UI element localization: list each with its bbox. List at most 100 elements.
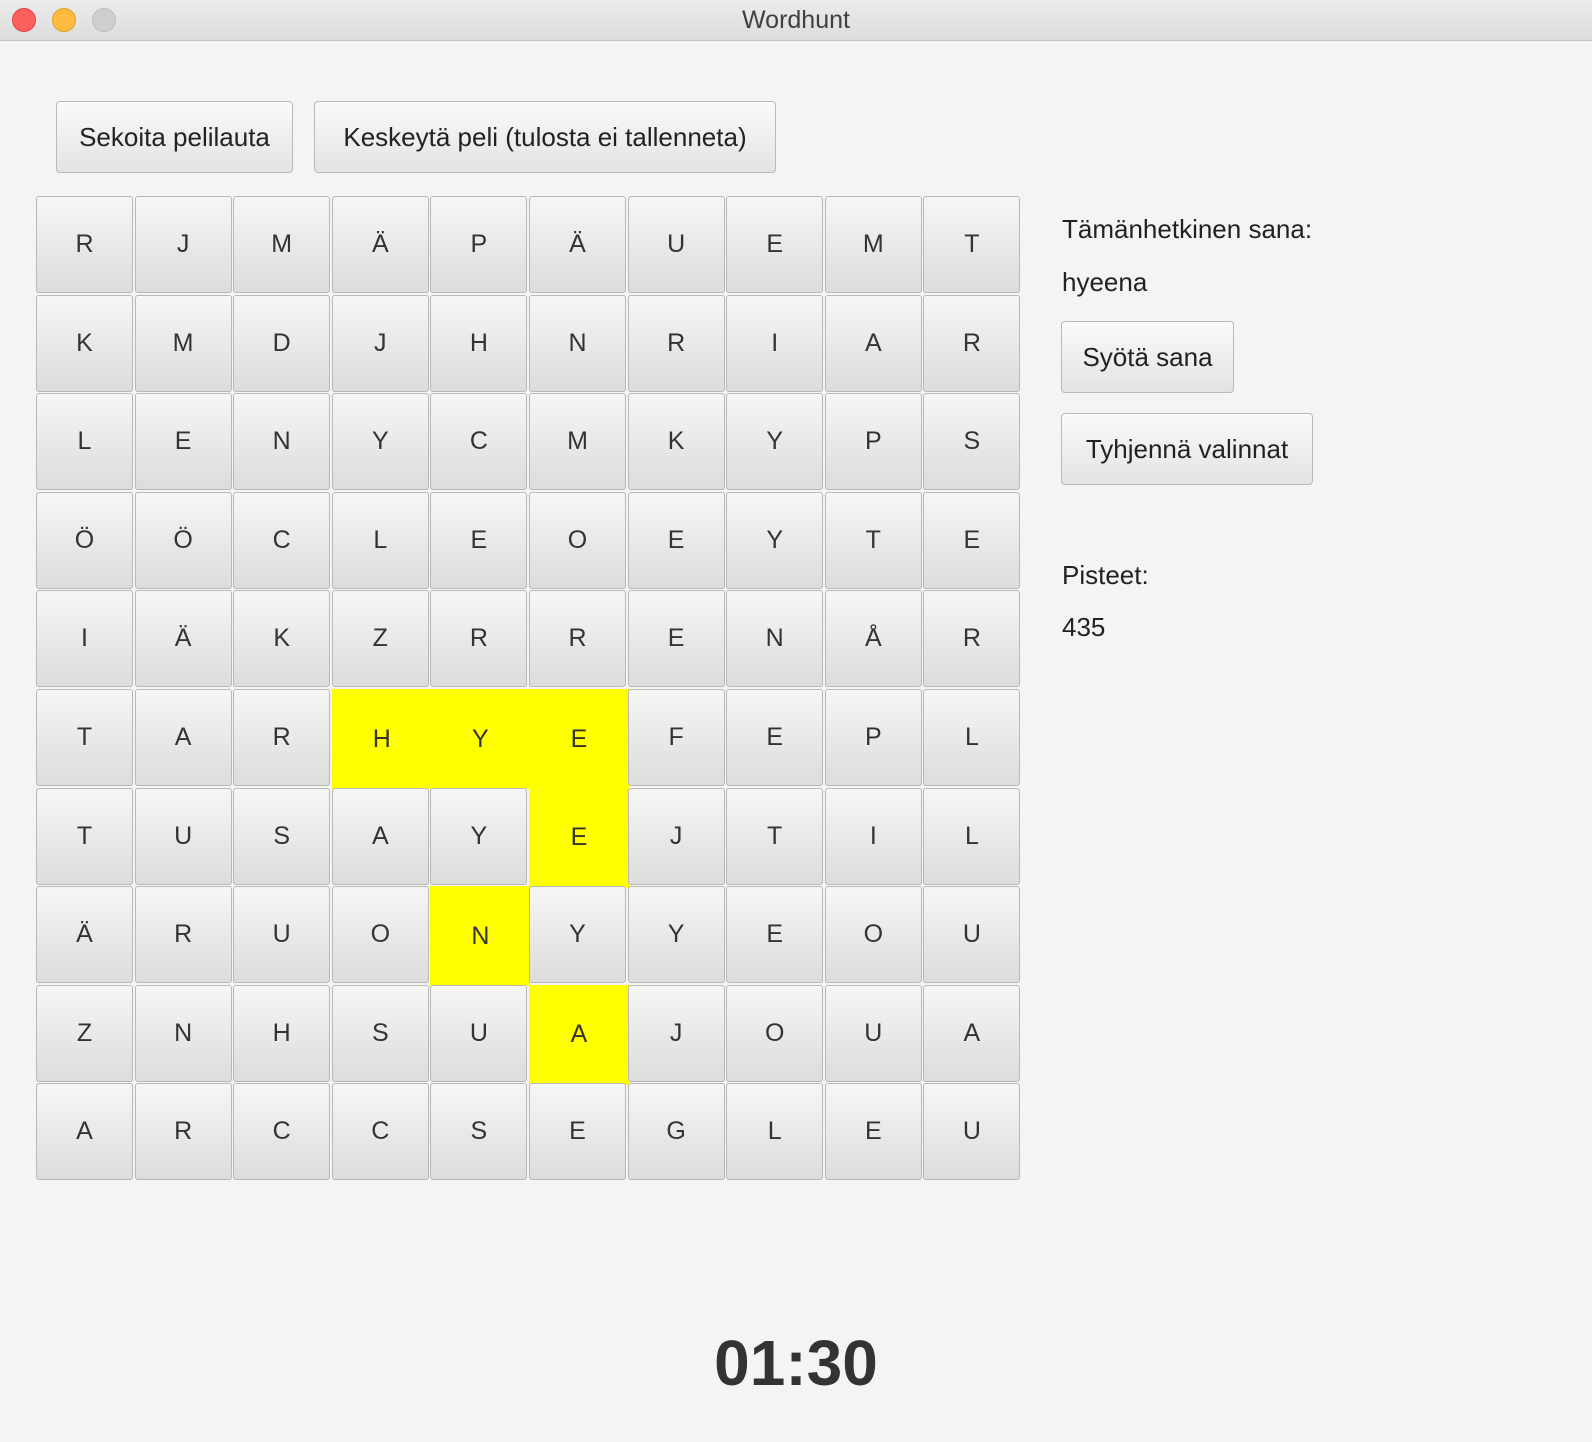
board-cell[interactable]: L <box>331 491 429 589</box>
board-cell[interactable]: R <box>923 590 1021 688</box>
board-cell[interactable]: O <box>331 886 429 984</box>
board-cell[interactable]: C <box>233 491 331 589</box>
board-cell[interactable]: R <box>134 886 232 984</box>
board-cell[interactable]: E <box>134 393 232 491</box>
board-cell[interactable]: U <box>627 196 725 293</box>
board-cell[interactable]: L <box>36 393 133 491</box>
board-cell[interactable]: O <box>529 491 626 589</box>
board-cell[interactable]: Ä <box>331 196 429 293</box>
board-cell[interactable]: E <box>430 491 528 589</box>
board-cell[interactable]: K <box>233 590 331 688</box>
board-cell[interactable]: Å <box>824 590 922 688</box>
board-cell[interactable]: M <box>824 196 922 293</box>
board-cell[interactable]: Ä <box>134 590 232 688</box>
board-cell[interactable]: I <box>36 590 133 688</box>
board-cell[interactable]: E <box>529 1083 626 1181</box>
board-cell[interactable]: T <box>36 787 133 885</box>
board-cell[interactable]: K <box>627 393 725 491</box>
board-cell[interactable]: R <box>923 294 1021 392</box>
board-cell[interactable]: N <box>529 294 626 392</box>
board-cell[interactable]: S <box>331 984 429 1082</box>
board-cell[interactable]: U <box>430 984 528 1082</box>
board-cell[interactable]: Y <box>430 689 531 789</box>
board-cell[interactable]: Y <box>430 787 528 885</box>
board-cell[interactable]: T <box>726 787 824 885</box>
board-cell[interactable]: Y <box>726 491 824 589</box>
board-cell[interactable]: L <box>726 1083 824 1181</box>
board-cell[interactable]: C <box>233 1083 331 1181</box>
board-cell[interactable]: U <box>233 886 331 984</box>
board-cell[interactable]: U <box>923 1083 1021 1181</box>
board-cell[interactable]: O <box>824 886 922 984</box>
board-cell[interactable]: A <box>36 1083 133 1181</box>
board-cell[interactable]: H <box>430 294 528 392</box>
board-cell[interactable]: A <box>331 787 429 885</box>
board-cell[interactable]: Ä <box>36 886 133 984</box>
board-cell[interactable]: G <box>627 1083 725 1181</box>
board-cell[interactable]: T <box>36 689 133 786</box>
board-cell[interactable]: A <box>529 984 629 1085</box>
board-cell[interactable]: J <box>627 787 725 885</box>
board-cell[interactable]: Z <box>331 590 429 688</box>
board-cell[interactable]: I <box>824 787 922 885</box>
board-cell[interactable]: P <box>824 393 922 491</box>
board-cell[interactable]: Y <box>331 393 429 491</box>
board-cell[interactable]: A <box>134 689 232 786</box>
board-cell[interactable]: K <box>36 294 133 392</box>
board-cell[interactable]: N <box>233 393 331 491</box>
board-cell[interactable]: S <box>233 787 331 885</box>
clear-selection-button[interactable]: Tyhjennä valinnat <box>1061 413 1313 485</box>
board-cell[interactable]: M <box>134 294 232 392</box>
board-cell[interactable]: E <box>923 491 1021 589</box>
board-cell[interactable]: R <box>627 294 725 392</box>
submit-word-button[interactable]: Syötä sana <box>1061 321 1234 393</box>
board-cell[interactable]: M <box>529 393 626 491</box>
board-cell[interactable]: U <box>134 787 232 885</box>
board-cell[interactable]: N <box>726 590 824 688</box>
board-cell[interactable]: E <box>529 689 629 789</box>
board-cell[interactable]: R <box>36 196 133 293</box>
board-cell[interactable]: L <box>923 689 1021 786</box>
board-cell[interactable]: U <box>824 984 922 1082</box>
board-cell[interactable]: E <box>726 886 824 984</box>
board-cell[interactable]: R <box>134 1083 232 1181</box>
board-cell[interactable]: L <box>923 787 1021 885</box>
board-cell[interactable]: S <box>430 1083 528 1181</box>
board-cell[interactable]: Y <box>529 886 626 984</box>
board-cell[interactable]: O <box>726 984 824 1082</box>
board-cell[interactable]: E <box>529 787 629 888</box>
board-cell[interactable]: N <box>430 886 531 987</box>
board-cell[interactable]: T <box>824 491 922 589</box>
board-cell[interactable]: E <box>726 196 824 293</box>
board-cell[interactable]: D <box>233 294 331 392</box>
board-cell[interactable]: J <box>331 294 429 392</box>
board-cell[interactable]: R <box>430 590 528 688</box>
board-cell[interactable]: A <box>923 984 1021 1082</box>
board-cell[interactable]: H <box>233 984 331 1082</box>
board-cell[interactable]: F <box>627 689 725 786</box>
board-cell[interactable]: E <box>726 689 824 786</box>
board-cell[interactable]: R <box>529 590 626 688</box>
board-cell[interactable]: P <box>430 196 528 293</box>
board-cell[interactable]: Y <box>627 886 725 984</box>
board-cell[interactable]: U <box>923 886 1021 984</box>
board-cell[interactable]: E <box>627 590 725 688</box>
board-cell[interactable]: R <box>233 689 331 786</box>
board-cell[interactable]: Ö <box>134 491 232 589</box>
board-cell[interactable]: A <box>824 294 922 392</box>
board-cell[interactable]: T <box>923 196 1021 293</box>
shuffle-board-button[interactable]: Sekoita pelilauta <box>56 101 293 173</box>
quit-game-button[interactable]: Keskeytä peli (tulosta ei tallenneta) <box>314 101 776 173</box>
board-cell[interactable]: C <box>430 393 528 491</box>
board-cell[interactable]: E <box>627 491 725 589</box>
board-cell[interactable]: S <box>923 393 1021 491</box>
board-cell[interactable]: M <box>233 196 331 293</box>
board-cell[interactable]: J <box>627 984 725 1082</box>
board-cell[interactable]: Z <box>36 984 133 1082</box>
board-cell[interactable]: H <box>331 689 432 789</box>
board-cell[interactable]: C <box>331 1083 429 1181</box>
board-cell[interactable]: N <box>134 984 232 1082</box>
board-cell[interactable]: E <box>824 1083 922 1181</box>
board-cell[interactable]: P <box>824 689 922 786</box>
board-cell[interactable]: J <box>134 196 232 293</box>
